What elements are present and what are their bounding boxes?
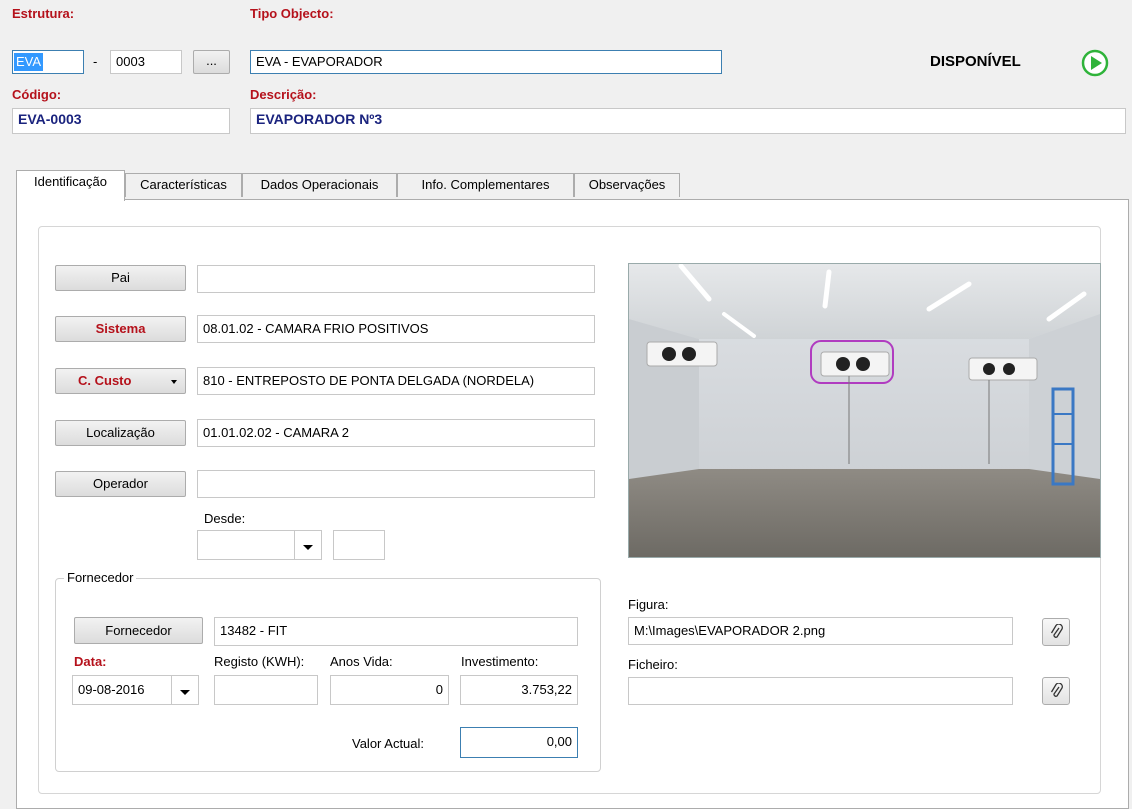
descricao-field[interactable]: EVAPORADOR Nº3 [250, 108, 1126, 134]
registo-label: Registo (KWH): [214, 654, 305, 669]
data-field[interactable]: 09-08-2016 [72, 675, 172, 705]
ficheiro-label: Ficheiro: [628, 657, 678, 672]
valor-actual-field[interactable]: 0,00 [460, 727, 578, 758]
tipo-objecto-label: Tipo Objecto: [250, 6, 334, 21]
tab-dados-operacionais[interactable]: Dados Operacionais [242, 173, 397, 197]
tab-caracteristicas[interactable]: Características [125, 173, 242, 197]
custo-button-label: C. Custo [78, 373, 132, 388]
browse-button[interactable]: ... [193, 50, 230, 74]
equipment-photo [628, 263, 1101, 558]
paperclip-icon [1050, 682, 1064, 703]
ficheiro-field[interactable] [628, 677, 1013, 705]
valor-actual-label: Valor Actual: [352, 736, 425, 751]
sistema-button[interactable]: Sistema [55, 316, 186, 342]
estrutura-prefix-field[interactable]: EVA [12, 50, 84, 74]
figura-attach-button[interactable] [1042, 618, 1070, 646]
tab-info-complementares[interactable]: Info. Complementares [397, 173, 574, 197]
fornecedor-field[interactable]: 13482 - FIT [214, 617, 578, 646]
sistema-field[interactable]: 08.01.02 - CAMARA FRIO POSITIVOS [197, 315, 595, 343]
figura-label: Figura: [628, 597, 669, 612]
tipo-objecto-field[interactable]: EVA - EVAPORADOR [250, 50, 722, 74]
operador-field[interactable] [197, 470, 595, 498]
ficheiro-attach-button[interactable] [1042, 677, 1070, 705]
desde-time-field[interactable] [333, 530, 385, 560]
codigo-label: Código: [12, 87, 62, 102]
investimento-label: Investimento: [461, 654, 539, 669]
estrutura-separator: - [93, 54, 98, 69]
descricao-label: Descrição: [250, 87, 317, 102]
data-label: Data: [74, 654, 107, 669]
status-text: DISPONÍVEL [930, 53, 1021, 70]
pai-field[interactable] [197, 265, 595, 293]
desde-label: Desde: [204, 511, 246, 526]
data-dropdown[interactable] [171, 675, 199, 705]
paperclip-icon [1050, 623, 1064, 644]
desde-date-dropdown[interactable] [294, 530, 322, 560]
tab-observacoes[interactable]: Observações [574, 173, 680, 197]
investimento-field[interactable]: 3.753,22 [460, 675, 578, 705]
custo-button[interactable]: C. Custo [55, 368, 186, 394]
estrutura-prefix-selection: EVA [14, 53, 44, 71]
anos-vida-label: Anos Vida: [330, 654, 393, 669]
anos-vida-field[interactable]: 0 [330, 675, 449, 705]
tab-identificacao[interactable]: Identificação [16, 170, 125, 201]
operador-button[interactable]: Operador [55, 471, 186, 497]
codigo-field[interactable]: EVA-0003 [12, 108, 230, 134]
chevron-down-icon [303, 539, 313, 554]
play-status-icon[interactable] [1081, 49, 1109, 77]
estrutura-label: Estrutura: [12, 6, 75, 21]
fornecedor-button[interactable]: Fornecedor [74, 617, 203, 644]
pai-button[interactable]: Pai [55, 265, 186, 291]
chevron-down-icon [171, 369, 177, 393]
fornecedor-group-title: Fornecedor [64, 570, 137, 585]
figura-field[interactable]: M:\Images\EVAPORADOR 2.png [628, 617, 1013, 645]
localizacao-button[interactable]: Localização [55, 420, 186, 446]
chevron-down-icon [180, 684, 190, 699]
desde-date-field[interactable] [197, 530, 295, 560]
localizacao-field[interactable]: 01.01.02.02 - CAMARA 2 [197, 419, 595, 447]
estrutura-number-field[interactable]: 0003 [110, 50, 182, 74]
custo-field[interactable]: 810 - ENTREPOSTO DE PONTA DELGADA (NORDE… [197, 367, 595, 395]
registo-field[interactable] [214, 675, 318, 705]
